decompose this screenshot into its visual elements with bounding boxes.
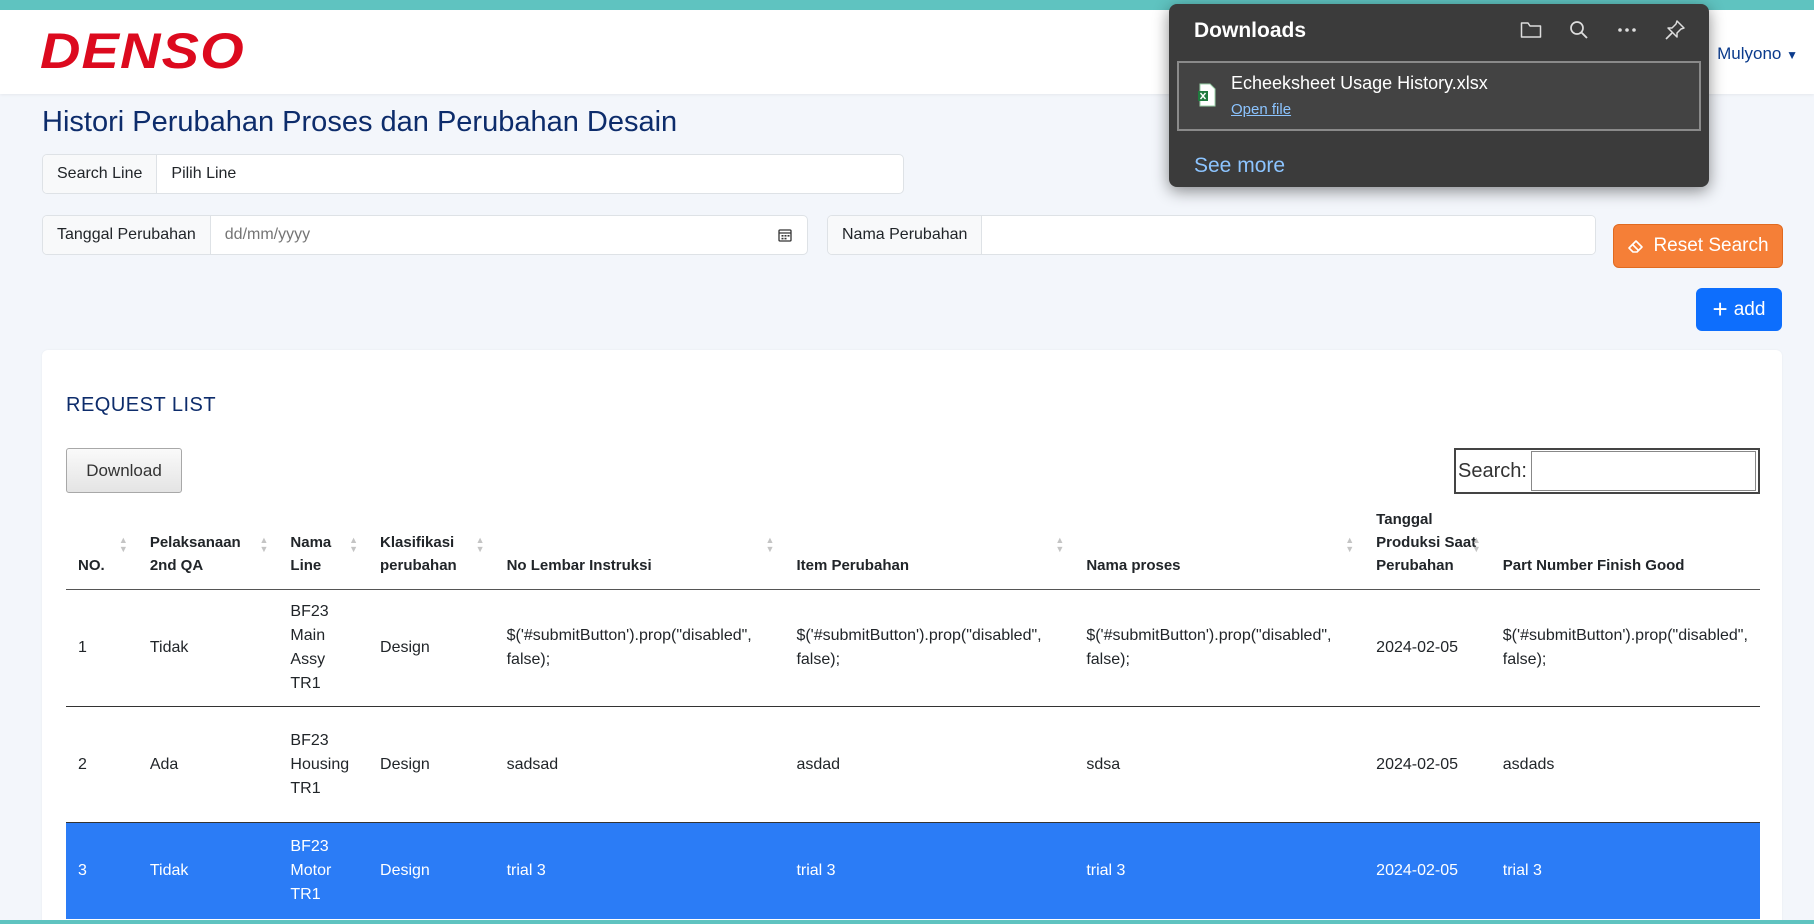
table-cell: 2024-02-05	[1364, 822, 1491, 919]
table-cell: trial 3	[1074, 822, 1365, 919]
reset-search-label: Reset Search	[1653, 235, 1769, 256]
nama-perubahan-group[interactable]: Nama Perubahan	[827, 215, 1596, 255]
col-header-pelaksanaan[interactable]: Pelaksanaan 2nd QA ▲ ▼	[137, 500, 279, 590]
col-header-no[interactable]: NO. ▲ ▼	[66, 500, 138, 590]
col-header-item-perubahan[interactable]: Item Perubahan ▲ ▼	[784, 500, 1075, 590]
table-cell: asdad	[784, 706, 1075, 823]
download-item[interactable]: Echeeksheet Usage History.xlsx Open file	[1177, 61, 1701, 131]
plus-icon: +	[1712, 293, 1728, 324]
search-line-group[interactable]: Search Line Pilih Line	[42, 154, 904, 194]
request-list-card: REQUEST LIST Download Search: NO. ▲ ▼ Pela…	[42, 350, 1782, 924]
downloads-panel: Downloads Echeeksheet Usage History.xlsx…	[1169, 4, 1709, 187]
nama-perubahan-input[interactable]	[982, 216, 1595, 254]
pin-icon[interactable]	[1663, 18, 1687, 42]
table-search-label: Search:	[1458, 459, 1527, 482]
reset-search-button[interactable]: Reset Search	[1613, 224, 1783, 268]
sort-icon: ▲ ▼	[1471, 534, 1481, 554]
table-cell: trial 3	[494, 822, 785, 919]
table-cell: BF23 Housing TR1	[278, 706, 369, 823]
table-cell: sdsa	[1074, 706, 1365, 823]
table-cell: $('#submitButton').prop("disabled", fals…	[1074, 589, 1365, 707]
sort-icon: ▲ ▼	[765, 534, 775, 554]
table-cell: Design	[368, 822, 495, 919]
col-header-klasifikasi[interactable]: Klasifikasi perubahan ▲ ▼	[368, 500, 495, 590]
user-menu[interactable]: Mulyono ▼	[1717, 44, 1798, 64]
table-search-input[interactable]	[1530, 451, 1756, 491]
col-header-no-lembar[interactable]: No Lembar Instruksi ▲ ▼	[494, 500, 785, 590]
table-cell: 2	[66, 706, 138, 823]
table-cell: 1	[66, 589, 138, 707]
table-cell: 2024-02-05	[1364, 706, 1491, 823]
tanggal-label: Tanggal Perubahan	[43, 216, 211, 254]
table-cell: 2024-02-05	[1364, 589, 1491, 707]
search-line-label: Search Line	[43, 155, 158, 193]
search-line-select[interactable]: Pilih Line	[157, 155, 903, 193]
card-title: REQUEST LIST	[66, 394, 217, 416]
user-name: Mulyono	[1717, 44, 1782, 63]
see-more-link[interactable]: See more	[1194, 154, 1285, 178]
table-search: Search:	[1454, 448, 1760, 494]
table-cell: trial 3	[784, 822, 1075, 919]
table-cell: Design	[368, 706, 495, 823]
table-cell: trial 3	[1490, 822, 1760, 919]
table-row[interactable]: 1 Tidak BF23 Main Assy TR1 Design $('#su…	[66, 589, 1760, 707]
sort-icon: ▲ ▼	[1345, 534, 1355, 554]
table-cell: $('#submitButton').prop("disabled", fals…	[784, 589, 1075, 707]
download-file-name: Echeeksheet Usage History.xlsx	[1231, 73, 1488, 93]
add-button[interactable]: + add	[1696, 288, 1782, 331]
excel-file-icon	[1198, 83, 1216, 107]
sort-icon: ▲ ▼	[349, 534, 359, 554]
calendar-icon[interactable]	[777, 227, 793, 243]
sort-icon: ▲ ▼	[259, 534, 269, 554]
col-header-tanggal-produksi[interactable]: Tanggal Produksi Saat Perubahan ▲ ▼	[1364, 500, 1491, 590]
more-icon[interactable]	[1615, 18, 1639, 42]
table-cell: Tidak	[137, 822, 279, 919]
table-row[interactable]: 2 Ada BF23 Housing TR1 Design sadsad asd…	[66, 706, 1760, 823]
caret-down-icon: ▼	[1786, 48, 1798, 62]
table-cell: BF23 Main Assy TR1	[278, 589, 369, 707]
window-bottom-edge	[0, 920, 1814, 924]
open-file-link[interactable]: Open file	[1231, 101, 1291, 118]
table-cell: Ada	[137, 706, 279, 823]
folder-icon[interactable]	[1519, 18, 1543, 42]
table-cell: 3	[66, 822, 138, 919]
col-header-nama-line[interactable]: Nama Line ▲ ▼	[278, 500, 369, 590]
table-cell: Tidak	[137, 589, 279, 707]
sort-icon: ▲ ▼	[118, 534, 128, 554]
table-cell: BF23 Motor TR1	[278, 822, 369, 919]
table-header-row: NO. ▲ ▼ Pelaksanaan 2nd QA ▲ ▼ Nama Line ▲ ▼ K…	[66, 500, 1760, 590]
table-cell: $('#submitButton').prop("disabled", fals…	[494, 589, 785, 707]
page-title: Histori Perubahan Proses dan Perubahan D…	[42, 106, 678, 138]
table-cell: asdads	[1490, 706, 1760, 823]
eraser-icon	[1628, 240, 1644, 253]
col-header-part-number[interactable]: Part Number Finish Good	[1490, 500, 1760, 590]
col-header-nama-proses[interactable]: Nama proses ▲ ▼	[1074, 500, 1365, 590]
sort-icon: ▲ ▼	[1055, 534, 1065, 554]
tanggal-group[interactable]: Tanggal Perubahan	[42, 215, 808, 255]
denso-logo[interactable]: DENSO	[40, 26, 245, 76]
downloads-title: Downloads	[1194, 19, 1307, 42]
download-button[interactable]: Download	[66, 448, 182, 493]
table-cell: Design	[368, 589, 495, 707]
table-row-selected[interactable]: 3 Tidak BF23 Motor TR1 Design trial 3 tr…	[66, 822, 1760, 919]
sort-icon: ▲ ▼	[475, 534, 485, 554]
search-icon[interactable]	[1567, 18, 1591, 42]
nama-perubahan-label: Nama Perubahan	[828, 216, 983, 254]
add-label: add	[1733, 298, 1766, 320]
downloads-toolbar	[1519, 18, 1687, 42]
table-cell: sadsad	[494, 706, 785, 823]
table-cell: $('#submitButton').prop("disabled", fals…	[1490, 589, 1760, 707]
request-table: NO. ▲ ▼ Pelaksanaan 2nd QA ▲ ▼ Nama Line ▲ ▼ K…	[66, 500, 1760, 919]
tanggal-input[interactable]	[210, 216, 777, 254]
